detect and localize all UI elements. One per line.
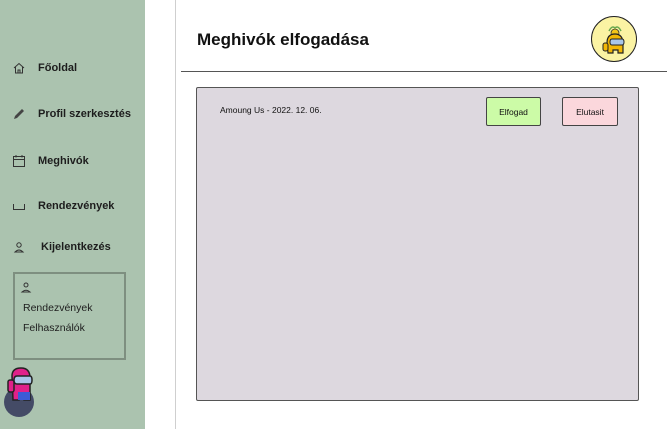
sidebar-item-home[interactable]: Főoldal [11, 58, 77, 78]
sidebar-item-label: Meghivók [38, 155, 89, 167]
reject-button[interactable]: Elutasit [562, 97, 618, 126]
content-divider [175, 0, 176, 429]
invites-panel: Amoung Us - 2022. 12. 06. Elfogad Elutas… [196, 87, 639, 401]
avatar[interactable] [4, 366, 40, 420]
sidebar-item-logout[interactable]: Kijelentkezés [11, 237, 111, 257]
pencil-icon [11, 106, 27, 122]
sidebar-item-label: Főoldal [38, 62, 78, 74]
accept-button[interactable]: Elfogad [486, 97, 541, 126]
sidebar-item-label: Profil szerkesztés [38, 108, 131, 120]
sidebar-item-invites[interactable]: Meghivók [11, 151, 89, 171]
invite-row: Amoung Us - 2022. 12. 06. Elfogad Elutas… [197, 88, 638, 128]
user-icon [20, 280, 32, 293]
invite-text: Amoung Us - 2022. 12. 06. [220, 105, 322, 115]
sidebar-item-profile[interactable]: Profil szerkesztés [11, 104, 131, 124]
sidebar-item-events[interactable]: Rendezvények [11, 196, 114, 216]
admin-link-events[interactable]: Rendezvények [23, 302, 92, 314]
user-icon [11, 239, 27, 255]
admin-panel: Rendezvények Felhasználók [13, 272, 126, 360]
page-title: Meghivók elfogadása [197, 30, 369, 49]
sidebar-item-label: Kijelentkezés [41, 241, 111, 253]
profile-badge[interactable] [591, 16, 637, 62]
sidebar-item-label: Rendezvények [38, 200, 115, 212]
calendar-icon [11, 153, 27, 169]
home-icon [11, 60, 27, 76]
tray-icon [11, 198, 27, 214]
sidebar: Főoldal Profil szerkesztés Meghivók Rend… [0, 0, 145, 429]
admin-link-users[interactable]: Felhasználók [23, 322, 85, 334]
title-divider [181, 71, 667, 72]
